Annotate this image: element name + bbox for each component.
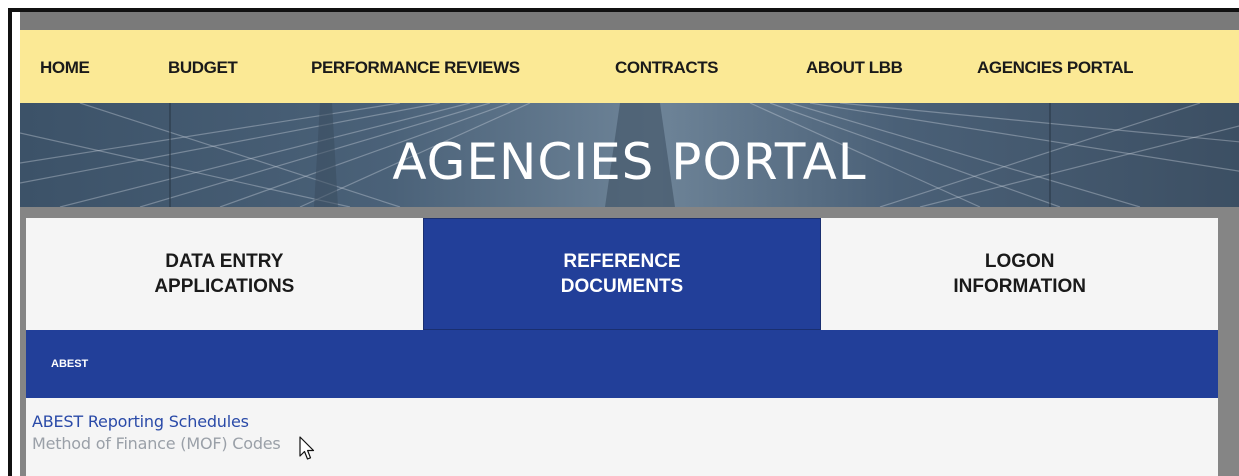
doc-link-mof-codes[interactable]: Method of Finance (MOF) Codes (32, 434, 281, 453)
top-strip (20, 12, 1239, 30)
nav-performance-reviews-link[interactable]: PERFORMANCE REVIEWS (311, 58, 520, 78)
nav-contracts-link[interactable]: CONTRACTS (615, 58, 719, 78)
doc-link-abest-reporting-schedules[interactable]: ABEST Reporting Schedules (32, 412, 249, 431)
nav-agencies-portal-link[interactable]: AGENCIES PORTAL (977, 58, 1134, 78)
tab-reference-documents[interactable]: REFERENCE DOCUMENTS (422, 218, 822, 330)
tab-data-entry-applications[interactable]: DATA ENTRY APPLICATIONS (26, 218, 423, 330)
tab-label: DATA ENTRY APPLICATIONS (154, 251, 295, 297)
section-header-label: ABEST (51, 358, 89, 370)
portal-tabs: DATA ENTRY APPLICATIONS REFERENCE DOCUME… (26, 218, 1219, 330)
nav-about-lbb-link[interactable]: ABOUT LBB (806, 58, 903, 78)
nav-budget-link[interactable]: BUDGET (168, 58, 238, 78)
page-banner: AGENCIES PORTAL (20, 103, 1239, 207)
tab-label: LOGON INFORMATION (953, 251, 1086, 297)
nav-home-link[interactable]: HOME (40, 58, 90, 78)
section-header: ABEST (26, 330, 1218, 398)
mouse-cursor-icon (299, 436, 315, 460)
main-nav: HOME BUDGET PERFORMANCE REVIEWS CONTRACT… (20, 30, 1239, 103)
tab-label: REFERENCE DOCUMENTS (560, 251, 684, 297)
page-title: AGENCIES PORTAL (392, 133, 867, 191)
tab-logon-information[interactable]: LOGON INFORMATION (821, 218, 1219, 330)
document-list: ABEST Reporting Schedules Method of Fina… (26, 398, 1218, 476)
